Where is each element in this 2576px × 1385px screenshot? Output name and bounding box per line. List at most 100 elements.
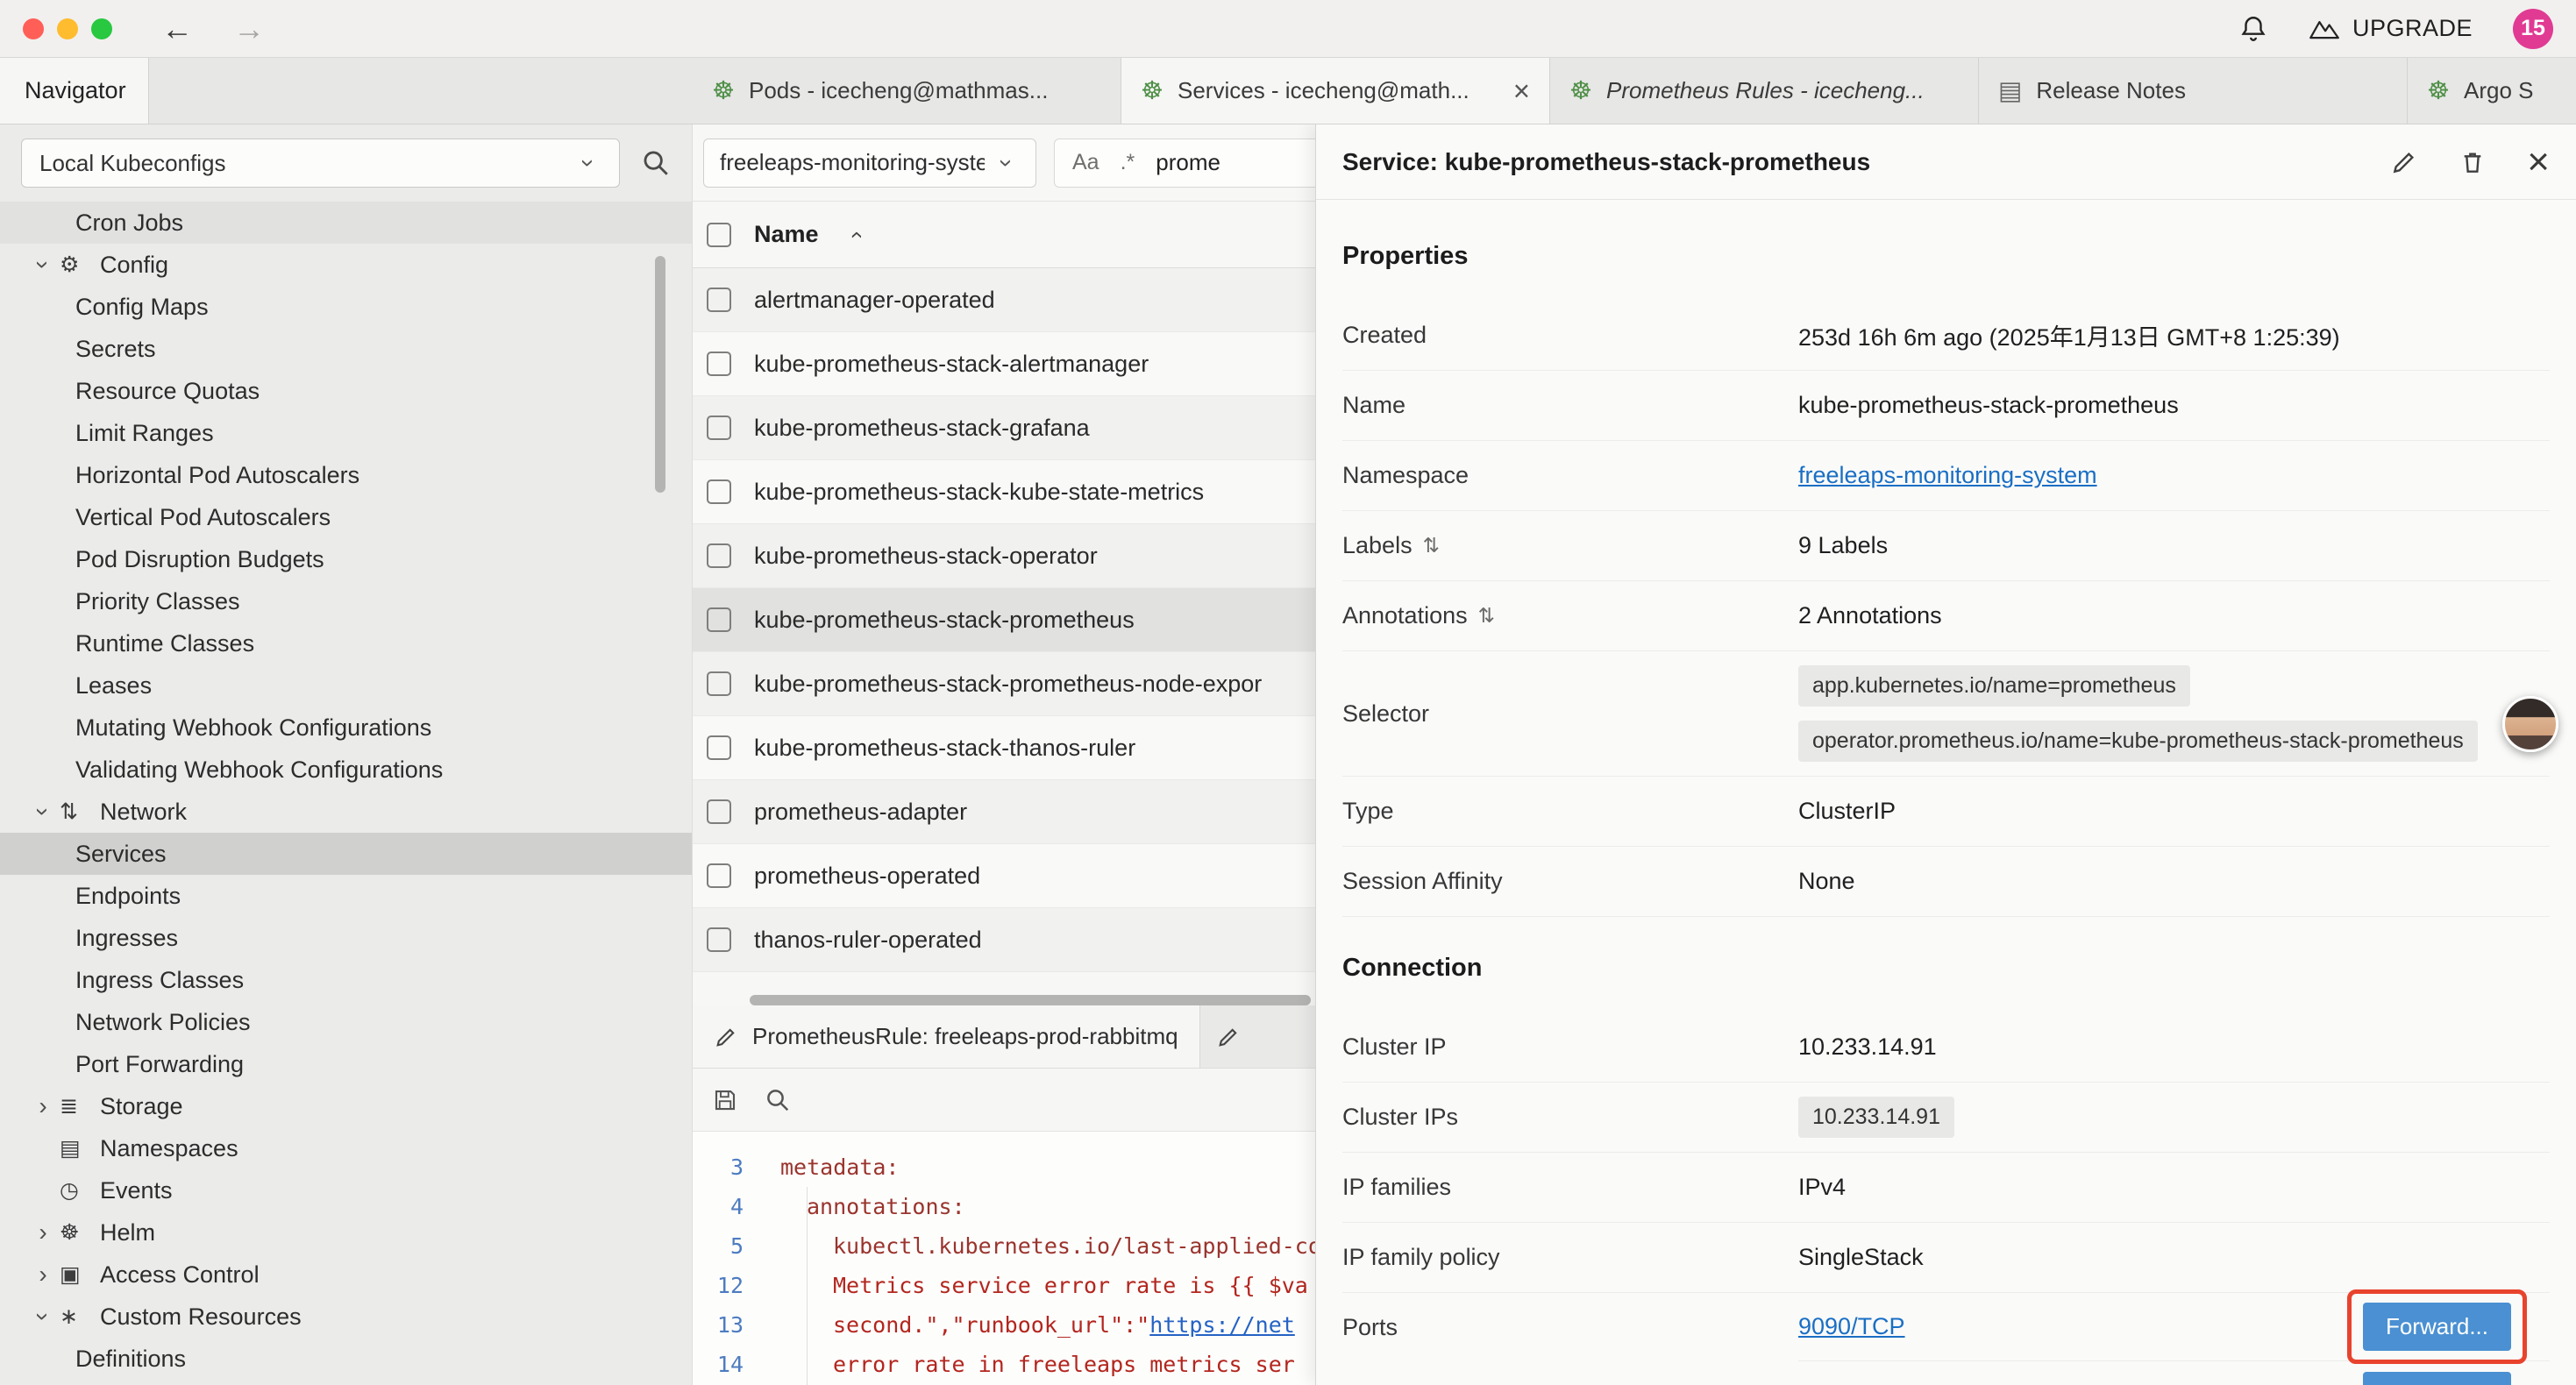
sidebar-item-label: Horizontal Pod Autoscalers bbox=[75, 462, 359, 489]
navigator-header: Navigator bbox=[0, 58, 149, 124]
sidebar-item[interactable]: › ∗ Custom Resources bbox=[0, 1296, 692, 1338]
row-checkbox[interactable] bbox=[707, 543, 731, 568]
chevron-down-icon[interactable]: › bbox=[26, 1300, 60, 1333]
row-checkbox[interactable] bbox=[707, 863, 731, 888]
editor-search-icon[interactable] bbox=[765, 1087, 791, 1113]
sidebar-item[interactable]: › ⇅ Network bbox=[0, 791, 692, 833]
tab[interactable]: ☸ Prometheus Rules - icecheng... × bbox=[1550, 58, 1979, 124]
sidebar-item[interactable]: Definitions bbox=[0, 1338, 692, 1380]
row-checkbox[interactable] bbox=[707, 416, 731, 440]
chevron-right-icon[interactable]: › bbox=[26, 1090, 60, 1123]
sidebar-item[interactable]: › ▣ Access Control bbox=[0, 1254, 692, 1296]
regex-toggle[interactable]: .* bbox=[1121, 150, 1135, 175]
editor-tab[interactable]: PrometheusRule: freeleaps-prod-rabbitmq bbox=[693, 1005, 1200, 1068]
sidebar-item[interactable]: Priority Classes bbox=[0, 580, 692, 622]
row-checkbox[interactable] bbox=[707, 288, 731, 312]
kubeconfig-selector[interactable]: Local Kubeconfigs › bbox=[21, 138, 620, 188]
kubernetes-icon: ☸ bbox=[2427, 75, 2450, 106]
forward-button[interactable]: Forward... bbox=[2363, 1372, 2511, 1385]
editor-tab-partial[interactable] bbox=[1200, 1005, 1256, 1068]
row-checkbox[interactable] bbox=[707, 735, 731, 760]
back-button[interactable]: ← bbox=[161, 11, 193, 47]
sidebar-item[interactable]: Resource Quotas bbox=[0, 370, 692, 412]
selector-chip: operator.prometheus.io/name=kube-prometh… bbox=[1798, 721, 2478, 762]
detail-panel-header: Service: kube-prometheus-stack-prometheu… bbox=[1316, 124, 2576, 200]
editor-tab-label: PrometheusRule: freeleaps-prod-rabbitmq bbox=[752, 1023, 1178, 1050]
namespace-link[interactable]: freeleaps-monitoring-system bbox=[1798, 462, 2097, 489]
close-icon[interactable]: × bbox=[2527, 143, 2550, 181]
tab[interactable]: ☸ Argo S × bbox=[2408, 58, 2576, 124]
sidebar-item[interactable]: Ingresses bbox=[0, 917, 692, 959]
sidebar-search-icon[interactable] bbox=[641, 148, 671, 178]
sidebar-item[interactable]: › ⚙ Config bbox=[0, 244, 692, 286]
tab[interactable]: ▤ Release Notes × bbox=[1979, 58, 2408, 124]
service-name: kube-prometheus-stack-thanos-ruler bbox=[754, 735, 1135, 762]
sidebar-item[interactable]: Mutating Webhook Configurations bbox=[0, 707, 692, 749]
sidebar-item[interactable]: Secrets bbox=[0, 328, 692, 370]
sidebar-item[interactable]: ◷ Events bbox=[0, 1169, 692, 1211]
sidebar-item[interactable]: Runtime Classes bbox=[0, 622, 692, 664]
sidebar-item[interactable]: Endpoints bbox=[0, 875, 692, 917]
code-token: second.","runbook_url":" bbox=[833, 1312, 1149, 1338]
sidebar-item[interactable]: Port Forwarding bbox=[0, 1043, 692, 1085]
sidebar-item-label: Definitions bbox=[75, 1346, 186, 1373]
window-close-button[interactable] bbox=[23, 18, 44, 39]
name-column-header[interactable]: Name bbox=[754, 221, 819, 248]
upgrade-button[interactable]: UPGRADE bbox=[2309, 15, 2473, 42]
chevron-down-icon[interactable]: › bbox=[26, 795, 60, 828]
sidebar-item[interactable]: Pod Disruption Budgets bbox=[0, 538, 692, 580]
expand-updown-icon[interactable]: ⇅ bbox=[1423, 534, 1440, 558]
chevron-down-icon[interactable]: › bbox=[26, 248, 60, 281]
avatar[interactable] bbox=[2502, 696, 2558, 752]
edit-pencil-icon[interactable] bbox=[2390, 148, 2418, 176]
chevron-down-icon: › bbox=[993, 150, 1020, 176]
sidebar-item[interactable]: Vertical Pod Autoscalers bbox=[0, 496, 692, 538]
port-row: 9090/TCP Forward... bbox=[1798, 1293, 2550, 1361]
sidebar-scrollbar[interactable] bbox=[655, 256, 665, 493]
storage-icon: ≣ bbox=[60, 1093, 98, 1119]
select-all-checkbox[interactable] bbox=[707, 223, 731, 247]
sidebar-item[interactable]: Validating Webhook Configurations bbox=[0, 749, 692, 791]
sidebar-item[interactable]: Network Policies bbox=[0, 1001, 692, 1043]
sidebar-item[interactable]: › ☸ Helm bbox=[0, 1211, 692, 1254]
window-maximize-button[interactable] bbox=[91, 18, 112, 39]
row-checkbox[interactable] bbox=[707, 671, 731, 696]
row-checkbox[interactable] bbox=[707, 799, 731, 824]
sidebar-item[interactable]: Config Maps bbox=[0, 286, 692, 328]
forward-button[interactable]: Forward... bbox=[2363, 1303, 2511, 1351]
row-checkbox[interactable] bbox=[707, 607, 731, 632]
expand-updown-icon[interactable]: ⇅ bbox=[1478, 604, 1495, 628]
forward-button[interactable]: → bbox=[233, 11, 265, 47]
match-case-toggle[interactable]: Aa bbox=[1072, 150, 1099, 175]
sidebar-item[interactable]: › ≣ Storage bbox=[0, 1085, 692, 1127]
sidebar-item[interactable]: Horizontal Pod Autoscalers bbox=[0, 454, 692, 496]
navigator-sidebar: Local Kubeconfigs › Cron Jobs › ⚙ Config bbox=[0, 124, 693, 1385]
row-checkbox[interactable] bbox=[707, 927, 731, 952]
save-icon[interactable] bbox=[712, 1087, 738, 1113]
tab-close-icon[interactable]: × bbox=[1513, 76, 1530, 105]
port-link[interactable]: 9090/TCP bbox=[1798, 1313, 1905, 1340]
namespace-selector[interactable]: freeleaps-monitoring-system › bbox=[703, 138, 1036, 188]
sidebar-item[interactable]: Cron Jobs bbox=[0, 202, 692, 244]
horizontal-scrollbar[interactable] bbox=[750, 995, 1311, 1005]
chevron-right-icon[interactable]: › bbox=[26, 1258, 60, 1291]
sidebar-item[interactable]: Ingress Classes bbox=[0, 959, 692, 1001]
sidebar-item[interactable]: Leases bbox=[0, 664, 692, 707]
window-minimize-button[interactable] bbox=[57, 18, 78, 39]
chevron-right-icon[interactable]: › bbox=[26, 1216, 60, 1249]
notification-count-badge[interactable]: 15 bbox=[2513, 9, 2553, 49]
sidebar-item[interactable]: Services bbox=[0, 833, 692, 875]
row-checkbox[interactable] bbox=[707, 479, 731, 504]
port-link[interactable]: 8080:reloader-web/TCP bbox=[1798, 1382, 2050, 1385]
sidebar-item[interactable]: Limit Ranges bbox=[0, 412, 692, 454]
sort-ascending-icon[interactable]: › bbox=[842, 222, 868, 248]
line-number: 3 bbox=[693, 1154, 761, 1180]
tab[interactable]: ☸ Pods - icecheng@mathmas... × bbox=[693, 58, 1121, 124]
notifications-bell-icon[interactable] bbox=[2238, 14, 2268, 44]
row-checkbox[interactable] bbox=[707, 352, 731, 376]
delete-trash-icon[interactable] bbox=[2459, 148, 2487, 176]
tab[interactable]: ☸ Services - icecheng@math... × bbox=[1121, 58, 1550, 124]
service-name: prometheus-operated bbox=[754, 863, 980, 890]
property-label: Created bbox=[1342, 322, 1798, 349]
sidebar-item[interactable]: ▤ Namespaces bbox=[0, 1127, 692, 1169]
